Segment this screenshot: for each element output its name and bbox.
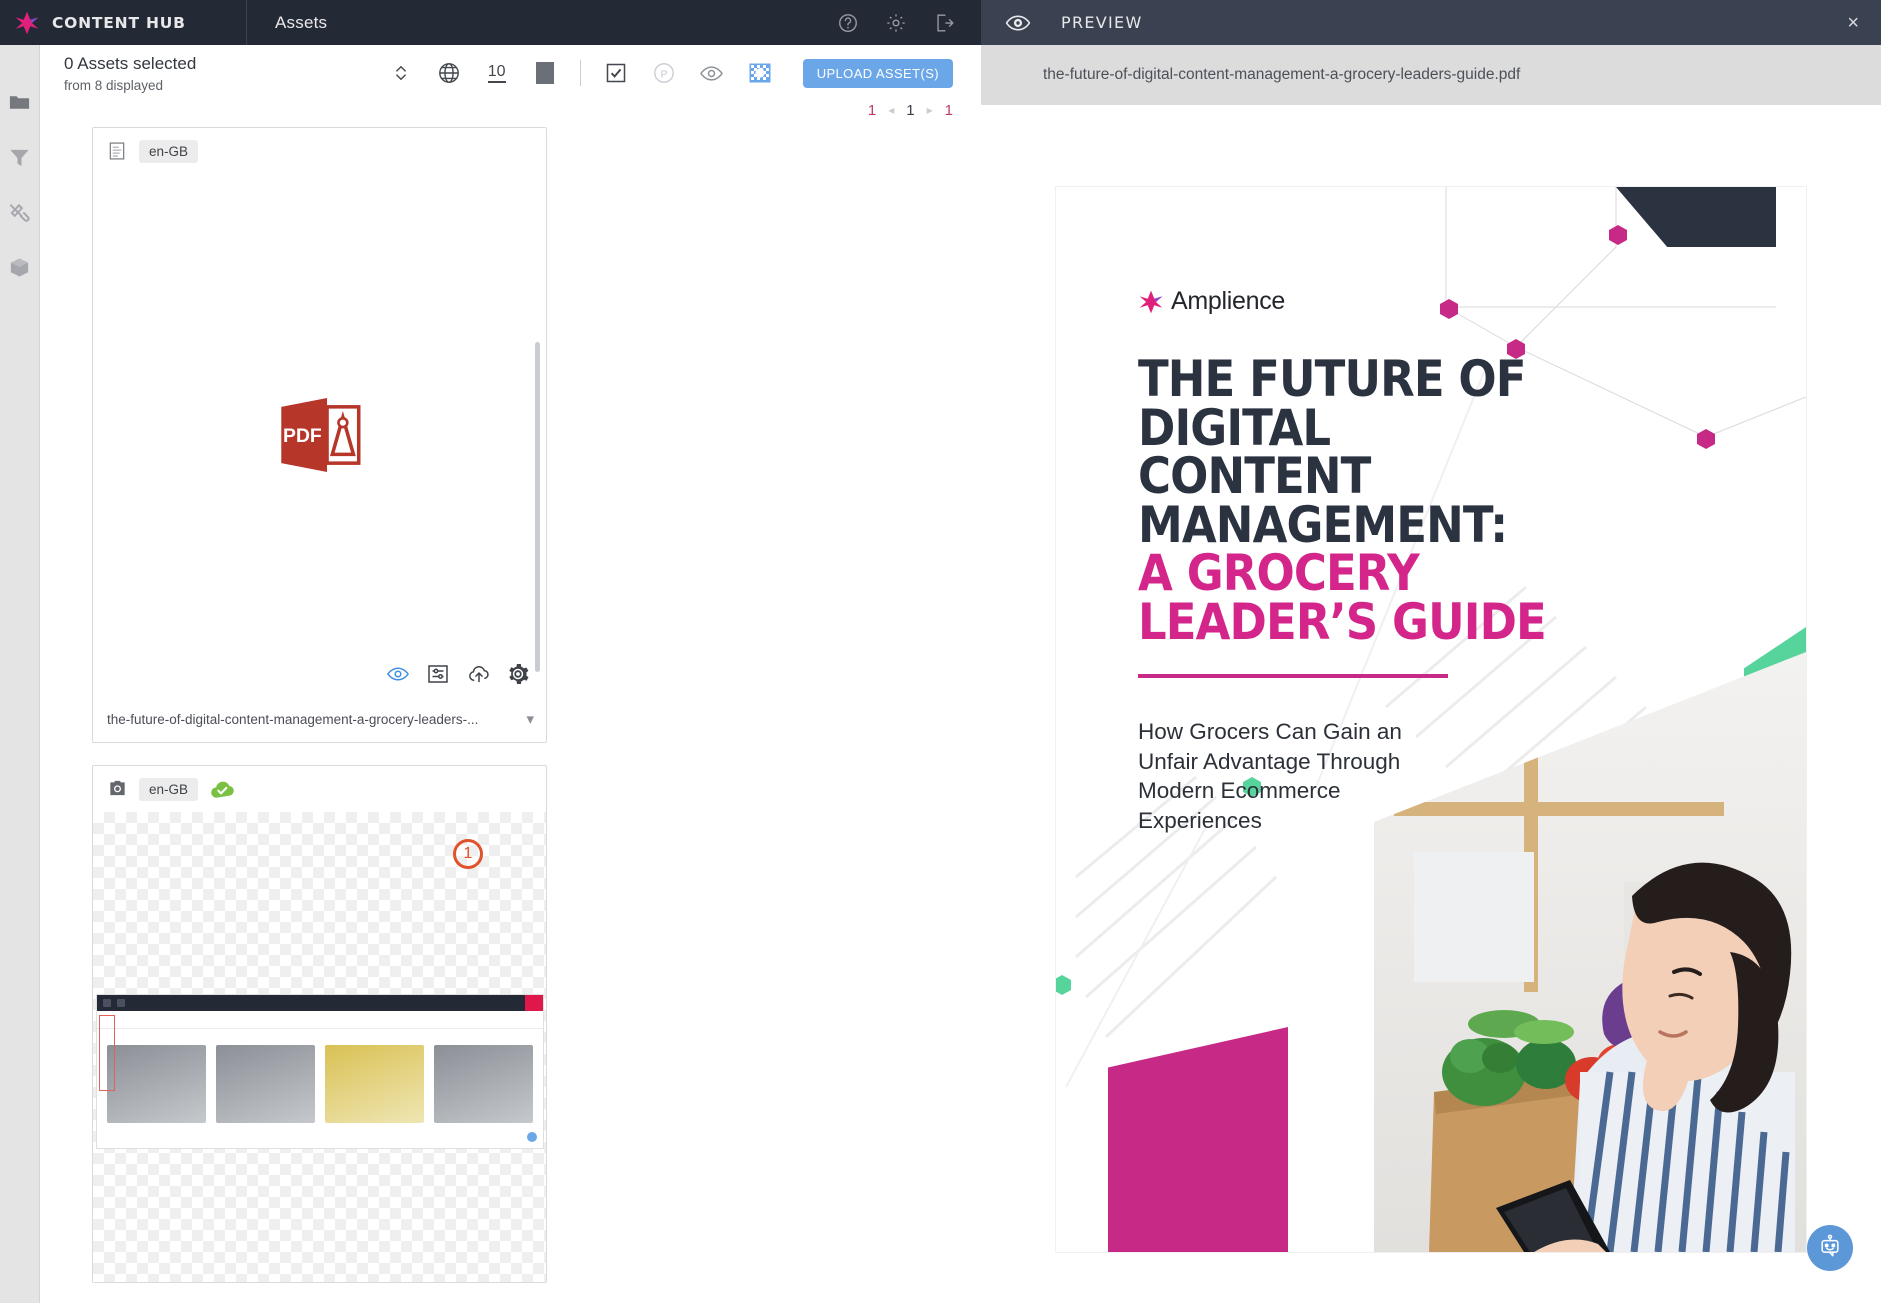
pagination-prev-chevron-left-icon[interactable]: ◂ xyxy=(888,103,894,117)
asset-locale-badge: en-GB xyxy=(139,777,199,801)
pagination-first[interactable]: 1 xyxy=(868,102,876,119)
toolbar-actions: 10 P UPLOAD ASSET(S) xyxy=(388,58,953,88)
cover-logo: Amplience xyxy=(1138,287,1285,316)
visibility-eye-icon[interactable] xyxy=(699,60,725,86)
below-topbar: 0 Assets selected from 8 displayed 10 P … xyxy=(0,45,981,1303)
asset-card-footer: the-future-of-digital-content-management… xyxy=(93,696,546,742)
help-icon[interactable] xyxy=(837,12,859,34)
preview-filename: the-future-of-digital-content-management… xyxy=(1043,66,1521,83)
asset-locale-badge: en-GB xyxy=(139,139,199,163)
preview-title: PREVIEW xyxy=(1061,13,1143,32)
section-title: Assets xyxy=(275,12,328,32)
settings-gear-icon[interactable] xyxy=(506,662,530,686)
preview-header: PREVIEW × xyxy=(981,0,1881,45)
cover-heading-dark: THE FUTURE OF DIGITAL CONTENT MANAGEMENT… xyxy=(1138,350,1527,554)
assets-toolbar: 0 Assets selected from 8 displayed 10 P … xyxy=(40,45,981,101)
pdf-cover-page[interactable]: Amplience THE FUTURE OF DIGITAL CONTENT … xyxy=(1056,187,1806,1252)
cloud-upload-icon[interactable] xyxy=(466,662,490,686)
amplience-logo-icon xyxy=(14,10,40,36)
topbar-actions xyxy=(837,12,981,34)
preview-filename-bar: the-future-of-digital-content-management… xyxy=(981,45,1881,105)
preview-eye-icon[interactable] xyxy=(386,662,410,686)
toolbar-divider xyxy=(579,60,581,86)
sort-updown-icon[interactable] xyxy=(388,60,414,86)
asset-card-pdf[interactable]: en-GB PDF 1 the-future-of-digital-conten… xyxy=(92,127,547,869)
asset-filename: the-future-of-digital-content-management… xyxy=(107,711,479,727)
eye-outline-icon xyxy=(1005,10,1031,36)
page-size-selector[interactable]: 10 xyxy=(484,60,510,86)
assets-content: 0 Assets selected from 8 displayed 10 P … xyxy=(40,45,981,1303)
checker-transparency-icon[interactable] xyxy=(747,60,773,86)
published-p-icon[interactable]: P xyxy=(651,60,677,86)
preview-document-area: Amplience THE FUTURE OF DIGITAL CONTENT … xyxy=(981,175,1881,1303)
displayed-count: from 8 displayed xyxy=(64,78,164,94)
assets-region: CONTENT HUB Assets 0 Assets selected fro… xyxy=(0,0,981,1303)
left-sidebar xyxy=(0,45,40,1303)
brand-area[interactable]: CONTENT HUB xyxy=(0,0,246,45)
preview-panel: PREVIEW × the-future-of-digital-content-… xyxy=(981,0,1881,1303)
thumbnail-size-icon[interactable] xyxy=(532,60,558,86)
svg-text:P: P xyxy=(660,68,667,80)
selection-count: 0 Assets selected xyxy=(64,53,197,73)
application-window: CONTENT HUB Assets 0 Assets selected fro… xyxy=(0,0,1881,1303)
cover-logo-text: Amplience xyxy=(1171,287,1286,315)
asset-thumbnail[interactable] xyxy=(93,812,546,1282)
sidebar-item-filters[interactable] xyxy=(8,146,31,169)
sidebar-item-tools[interactable] xyxy=(8,201,31,224)
gear-icon[interactable] xyxy=(885,12,907,34)
chevron-down-icon[interactable]: ▾ xyxy=(526,710,534,728)
amplience-logo-icon xyxy=(1138,289,1164,315)
cover-heading-pink: A GROCERY LEADER’S GUIDE xyxy=(1138,544,1547,651)
logout-icon[interactable] xyxy=(933,12,955,34)
cloud-check-icon xyxy=(210,780,236,799)
selection-summary: 0 Assets selected from 8 displayed xyxy=(64,53,196,93)
sidebar-item-folders[interactable] xyxy=(8,91,31,114)
cover-photo xyxy=(1374,652,1806,1252)
pagination-next-chevron-right-icon[interactable]: ▸ xyxy=(927,103,933,117)
pagination-last[interactable]: 1 xyxy=(945,102,953,119)
svg-text:PDF: PDF xyxy=(283,425,322,447)
document-icon xyxy=(107,140,127,162)
pdf-file-icon: PDF xyxy=(276,391,364,479)
chatbot-button[interactable] xyxy=(1807,1225,1853,1271)
close-icon[interactable]: × xyxy=(1847,13,1859,33)
pagination-current: 1 xyxy=(906,101,915,119)
preview-page-nav: ‹ page 1 of 12 › xyxy=(981,125,1881,175)
assets-pagination: 1 ◂ 1 ▸ 1 xyxy=(40,101,981,127)
camera-icon xyxy=(107,778,127,800)
robot-chat-icon xyxy=(1816,1232,1844,1265)
screenshot-thumbnail xyxy=(96,994,544,1149)
upload-assets-button[interactable]: UPLOAD ASSET(S) xyxy=(802,58,953,88)
edit-metadata-icon[interactable] xyxy=(426,662,450,686)
assets-list: en-GB PDF 1 the-future-of-digital-conten… xyxy=(40,127,981,1303)
card-scrollbar[interactable] xyxy=(535,342,540,672)
asset-action-bar xyxy=(386,662,530,686)
select-all-checkbox-icon[interactable] xyxy=(603,60,629,86)
asset-thumbnail[interactable]: PDF xyxy=(93,174,546,696)
brand-name: CONTENT HUB xyxy=(52,13,186,32)
cover-heading: THE FUTURE OF DIGITAL CONTENT MANAGEMENT… xyxy=(1138,354,1552,651)
asset-card-header: en-GB xyxy=(93,766,546,812)
app-topbar: CONTENT HUB Assets xyxy=(0,0,981,45)
asset-card-header: en-GB xyxy=(93,128,546,174)
annotation-badge-1: 1 xyxy=(453,839,483,869)
sidebar-item-packages[interactable] xyxy=(8,256,31,279)
globe-icon[interactable] xyxy=(436,60,462,86)
